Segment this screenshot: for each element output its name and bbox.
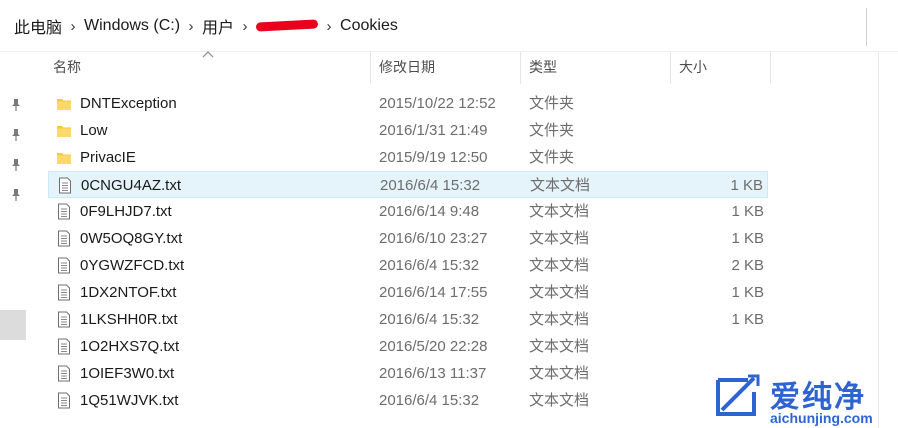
file-date: 2016/1/31 21:49 xyxy=(379,122,488,139)
breadcrumb: 此电脑 › Windows (C:) › 用户 › › Cookies xyxy=(0,14,402,38)
file-type: 文件夹 xyxy=(529,95,575,112)
file-type: 文本文档 xyxy=(529,365,590,382)
file-date: 2016/6/13 11:37 xyxy=(379,365,487,382)
file-row[interactable]: DNTException 2015/10/22 12:52 文件夹 xyxy=(48,90,768,117)
text-file-icon xyxy=(56,338,72,355)
file-name: 0F9LHJD7.txt xyxy=(80,203,172,220)
file-name: 0YGWZFCD.txt xyxy=(80,257,185,274)
address-bar[interactable]: 此电脑 › Windows (C:) › 用户 › › Cookies xyxy=(0,0,898,52)
file-size: 1 KB xyxy=(731,230,764,247)
file-type: 文本文档 xyxy=(529,203,590,220)
file-name: 0CNGU4AZ.txt xyxy=(81,177,182,194)
folder-icon xyxy=(56,122,72,139)
nav-selected-item[interactable] xyxy=(0,310,26,340)
file-row[interactable]: 1O2HXS7Q.txt 2016/5/20 22:28 文本文档 xyxy=(48,333,768,360)
file-row[interactable]: 1DX2NTOF.txt 2016/6/14 17:55 文本文档 1 KB xyxy=(48,279,768,306)
file-name: DNTException xyxy=(80,95,177,112)
text-file-icon xyxy=(56,284,72,301)
file-name: 0W5OQ8GY.txt xyxy=(80,230,183,247)
file-name: 1O2HXS7Q.txt xyxy=(80,338,180,355)
breadcrumb-chevron-icon[interactable]: › xyxy=(184,18,198,35)
watermark: 爱纯净 aichunjing.com xyxy=(704,372,898,428)
file-type: 文本文档 xyxy=(530,177,591,194)
navigation-pane xyxy=(0,52,30,428)
file-row[interactable]: 0YGWZFCD.txt 2016/6/4 15:32 文本文档 2 KB xyxy=(48,252,768,279)
pin-icon[interactable] xyxy=(10,158,22,172)
breadcrumb-windows-c[interactable]: Windows (C:) xyxy=(80,17,184,35)
file-row[interactable]: PrivacIE 2015/9/19 12:50 文件夹 xyxy=(48,144,768,171)
folder-icon xyxy=(56,95,72,112)
folder-icon xyxy=(56,149,72,166)
file-type: 文本文档 xyxy=(529,284,590,301)
breadcrumb-chevron-icon[interactable]: › xyxy=(66,18,80,35)
file-type: 文本文档 xyxy=(529,338,590,355)
text-file-icon xyxy=(56,203,72,220)
breadcrumb-chevron-icon[interactable]: › xyxy=(322,18,336,35)
text-file-icon xyxy=(56,365,72,382)
file-name: Low xyxy=(80,122,108,139)
file-date: 2016/6/4 15:32 xyxy=(379,392,480,409)
column-type[interactable]: 类型 xyxy=(520,52,670,84)
address-bar-divider xyxy=(866,8,867,46)
file-name: 1LKSHH0R.txt xyxy=(80,311,178,328)
text-file-icon xyxy=(56,230,72,247)
file-date: 2016/6/10 23:27 xyxy=(379,230,488,247)
file-row[interactable]: 1OIEF3W0.txt 2016/6/13 11:37 文本文档 xyxy=(48,360,768,387)
pin-icon[interactable] xyxy=(10,128,22,142)
file-size: 1 KB xyxy=(731,284,764,301)
file-date: 2016/6/4 15:32 xyxy=(379,257,480,274)
file-type: 文本文档 xyxy=(529,311,590,328)
pin-icon[interactable] xyxy=(10,98,22,112)
breadcrumb-username-redacted[interactable] xyxy=(252,19,322,33)
file-date: 2016/6/14 17:55 xyxy=(379,284,488,301)
file-size: 1 KB xyxy=(731,311,764,328)
breadcrumb-this-pc[interactable]: 此电脑 xyxy=(0,14,66,38)
column-header: 名称 修改日期 类型 大小 xyxy=(44,51,774,84)
watermark-url: aichunjing.com xyxy=(770,410,873,426)
file-name: 1OIEF3W0.txt xyxy=(80,365,175,382)
breadcrumb-cookies[interactable]: Cookies xyxy=(336,17,402,35)
file-row[interactable]: 0W5OQ8GY.txt 2016/6/10 23:27 文本文档 1 KB xyxy=(48,225,768,252)
column-name[interactable]: 名称 xyxy=(44,52,370,84)
file-list: DNTException 2015/10/22 12:52 文件夹 Low 20… xyxy=(48,90,768,414)
pin-icon[interactable] xyxy=(10,188,22,202)
file-row[interactable]: 0CNGU4AZ.txt 2016/6/4 15:32 文本文档 1 KB xyxy=(48,171,768,198)
file-type: 文本文档 xyxy=(529,392,590,409)
file-date: 2016/6/4 15:32 xyxy=(380,177,481,194)
file-row[interactable]: 1Q51WJVK.txt 2016/6/4 15:32 文本文档 xyxy=(48,387,768,414)
file-row[interactable]: 1LKSHH0R.txt 2016/6/4 15:32 文本文档 1 KB xyxy=(48,306,768,333)
column-size[interactable]: 大小 xyxy=(670,52,770,84)
file-date: 2016/5/20 22:28 xyxy=(379,338,488,355)
file-name: 1Q51WJVK.txt xyxy=(80,392,179,409)
file-date: 2016/6/14 9:48 xyxy=(379,203,480,220)
breadcrumb-users[interactable]: 用户 xyxy=(198,14,238,38)
text-file-icon xyxy=(56,257,72,274)
file-name: PrivacIE xyxy=(80,149,136,166)
watermark-logo-icon xyxy=(708,374,764,422)
column-divider[interactable] xyxy=(770,52,771,84)
column-date[interactable]: 修改日期 xyxy=(370,52,520,84)
text-file-icon xyxy=(57,177,73,194)
breadcrumb-chevron-icon[interactable]: › xyxy=(238,18,252,35)
file-date: 2015/10/22 12:52 xyxy=(379,95,496,112)
file-size: 1 KB xyxy=(730,177,763,194)
file-type: 文本文档 xyxy=(529,230,590,247)
text-file-icon xyxy=(56,392,72,409)
file-name: 1DX2NTOF.txt xyxy=(80,284,177,301)
file-type: 文本文档 xyxy=(529,257,590,274)
file-type: 文件夹 xyxy=(529,149,575,166)
file-row[interactable]: Low 2016/1/31 21:49 文件夹 xyxy=(48,117,768,144)
file-type: 文件夹 xyxy=(529,122,575,139)
text-file-icon xyxy=(56,311,72,328)
file-size: 1 KB xyxy=(731,203,764,220)
file-date: 2015/9/19 12:50 xyxy=(379,149,488,166)
file-date: 2016/6/4 15:32 xyxy=(379,311,480,328)
file-row[interactable]: 0F9LHJD7.txt 2016/6/14 9:48 文本文档 1 KB xyxy=(48,198,768,225)
file-size: 2 KB xyxy=(731,257,764,274)
